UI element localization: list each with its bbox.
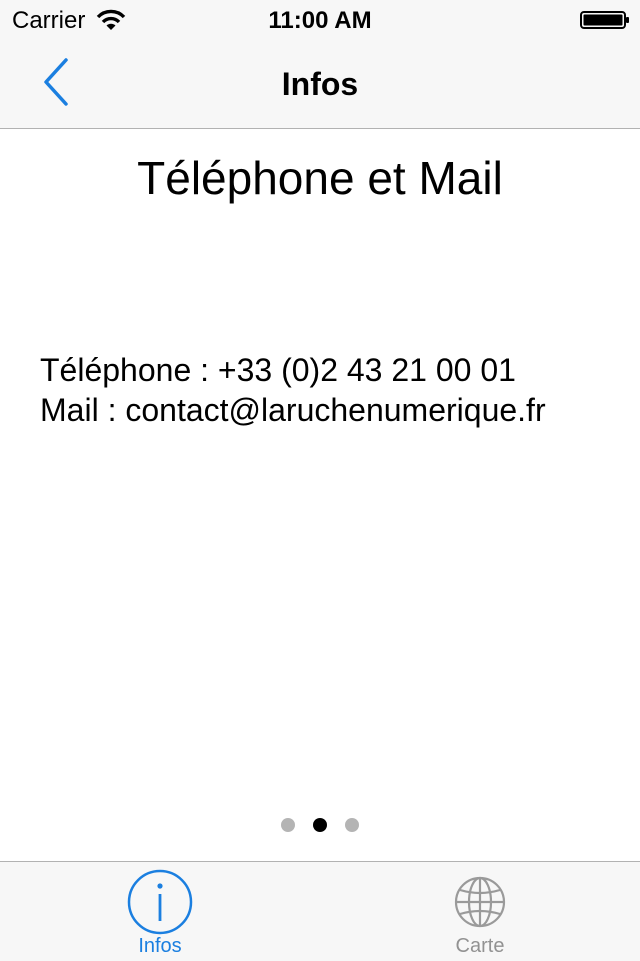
page-dot-1[interactable]	[281, 818, 295, 832]
status-bar: Carrier 11:00 AM	[0, 0, 640, 40]
mail-line: Mail : contact@laruchenumerique.fr	[40, 392, 546, 428]
page-dot-2-current[interactable]	[313, 818, 327, 832]
status-time: 11:00 AM	[268, 7, 372, 34]
tab-carte-label: Carte	[455, 935, 505, 957]
tab-bar: Infos Carte	[0, 861, 640, 961]
page-title: Infos	[281, 66, 359, 102]
page-control[interactable]	[0, 818, 640, 832]
content-title: Téléphone et Mail	[137, 152, 503, 204]
phone-line: Téléphone : +33 (0)2 43 21 00 01	[40, 352, 516, 388]
globe-icon	[454, 876, 506, 928]
tab-infos-label: Infos	[138, 935, 182, 957]
tab-infos[interactable]: Infos	[0, 862, 320, 961]
contact-info: Téléphone : +33 (0)2 43 21 00 01 Mail : …	[40, 350, 620, 430]
page-dot-3[interactable]	[345, 818, 359, 832]
navigation-bar: Infos	[0, 40, 640, 129]
battery-icon	[580, 11, 629, 29]
tab-carte[interactable]: Carte	[320, 862, 640, 961]
info-icon	[127, 869, 193, 935]
